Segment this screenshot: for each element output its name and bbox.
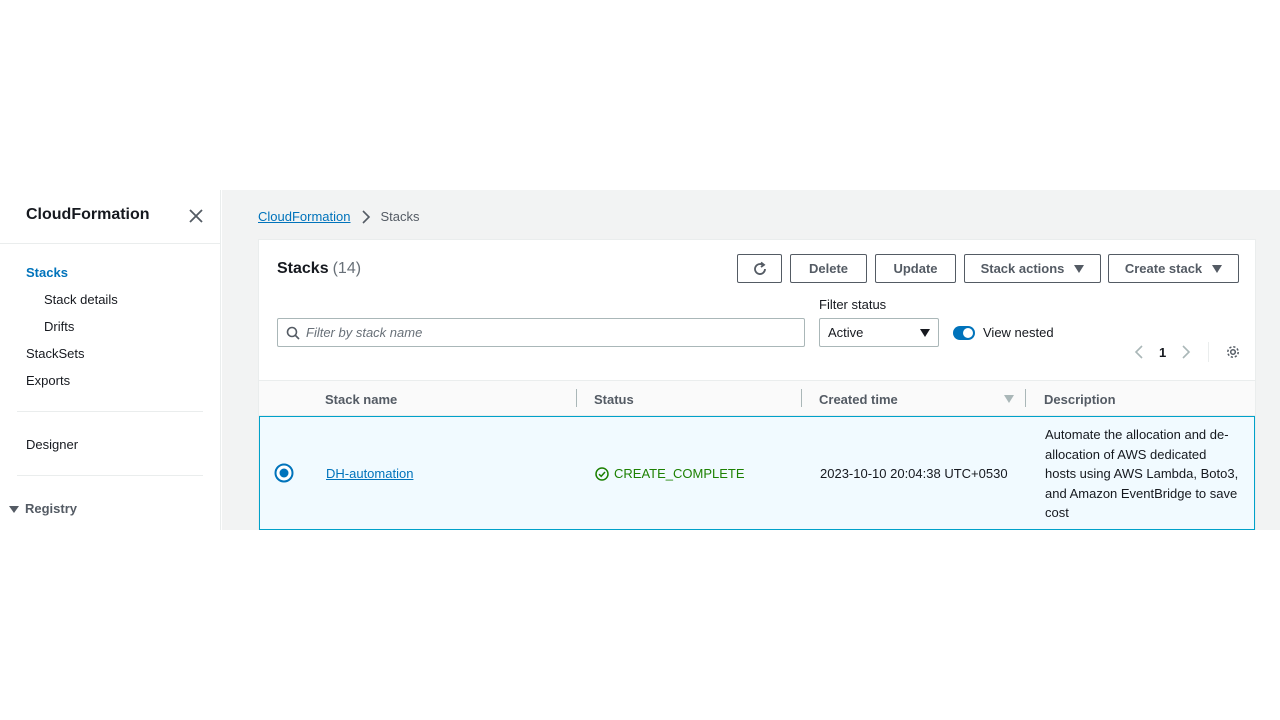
- nav-divider: [17, 475, 203, 476]
- sidebar-item-exports[interactable]: Exports: [26, 373, 70, 388]
- panel-title-text: Stacks: [277, 260, 329, 277]
- caret-down-icon: [1212, 264, 1223, 273]
- stacks-panel: Stacks (14) Delete Update Stack actions C…: [258, 239, 1256, 530]
- filter-status-value: Active: [828, 325, 864, 340]
- refresh-icon: [753, 261, 766, 275]
- sidebar-header: CloudFormation: [0, 190, 221, 244]
- update-button[interactable]: Update: [875, 254, 956, 283]
- stack-count: (14): [332, 260, 362, 277]
- panel-title: Stacks (14): [277, 260, 361, 278]
- refresh-button[interactable]: [737, 254, 782, 283]
- status-text: CREATE_COMPLETE: [614, 466, 745, 481]
- filter-status-select[interactable]: Active: [819, 318, 939, 347]
- check-circle-icon: [595, 466, 609, 481]
- column-divider: [801, 389, 802, 407]
- create-stack-button[interactable]: Create stack: [1108, 254, 1239, 283]
- gear-icon[interactable]: [1225, 344, 1241, 360]
- sort-down-icon[interactable]: [1004, 394, 1014, 404]
- sidebar-item-stacks[interactable]: Stacks: [26, 265, 68, 280]
- search-icon: [286, 326, 300, 340]
- sidebar-item-stacksets[interactable]: StackSets: [26, 346, 85, 361]
- column-header-description[interactable]: Description: [1044, 392, 1116, 407]
- breadcrumb-stacks: Stacks: [380, 209, 420, 224]
- registry-label: Registry: [25, 501, 78, 516]
- breadcrumb: CloudFormation Stacks: [258, 209, 420, 224]
- sidebar: CloudFormation Stacks Stack details Drif…: [0, 190, 221, 530]
- delete-button[interactable]: Delete: [790, 254, 867, 283]
- table-header: Stack name Status Created time Descripti…: [259, 380, 1255, 416]
- close-icon[interactable]: [186, 206, 206, 226]
- create-stack-label: Create stack: [1124, 261, 1203, 276]
- column-header-status[interactable]: Status: [594, 392, 634, 407]
- stack-name-cell: DH-automation: [326, 466, 413, 481]
- search-input[interactable]: [306, 325, 786, 340]
- created-time-cell: 2023-10-10 20:04:38 UTC+0530: [820, 466, 1008, 481]
- nav-divider: [17, 411, 203, 412]
- filter-status-label: Filter status: [819, 297, 887, 312]
- sidebar-section-registry[interactable]: Registry: [9, 501, 77, 516]
- view-nested-label: View nested: [983, 325, 1054, 340]
- cloudformation-console: CloudFormation Stacks Stack details Drif…: [0, 190, 1280, 530]
- sidebar-item-designer[interactable]: Designer: [26, 437, 78, 452]
- stack-name-link[interactable]: DH-automation: [326, 466, 413, 481]
- chevron-left-icon[interactable]: [1133, 345, 1145, 359]
- chevron-right-icon[interactable]: [1180, 345, 1192, 359]
- caret-down-icon: [1074, 264, 1085, 273]
- table-row[interactable]: DH-automation CREATE_COMPLETE 2023-10-10…: [259, 416, 1255, 530]
- main-content: CloudFormation Stacks Stacks (14) Delete …: [222, 190, 1280, 530]
- view-nested-control: View nested: [953, 325, 1054, 340]
- radio-selected-icon[interactable]: [274, 463, 294, 483]
- description-cell: Automate the allocation and de-allocatio…: [1045, 427, 1239, 520]
- current-page[interactable]: 1: [1159, 345, 1166, 360]
- pagination: 1: [1133, 342, 1241, 362]
- stack-actions-button[interactable]: Stack actions: [964, 254, 1101, 283]
- column-header-created-time[interactable]: Created time: [819, 392, 898, 407]
- breadcrumb-cloudformation[interactable]: CloudFormation: [258, 209, 351, 224]
- caret-down-icon: [920, 328, 930, 337]
- pager-divider: [1208, 342, 1210, 362]
- sidebar-item-stack-details[interactable]: Stack details: [44, 292, 118, 307]
- stack-actions-label: Stack actions: [980, 261, 1065, 276]
- view-nested-toggle[interactable]: [953, 325, 975, 340]
- sidebar-title: CloudFormation: [26, 206, 150, 223]
- caret-down-icon: [9, 505, 19, 513]
- column-divider: [1025, 389, 1026, 407]
- chevron-right-icon: [361, 209, 370, 224]
- column-divider: [576, 389, 577, 407]
- search-field[interactable]: [277, 318, 805, 347]
- status-cell: CREATE_COMPLETE: [595, 466, 745, 481]
- column-header-stack-name[interactable]: Stack name: [325, 392, 397, 407]
- sidebar-item-drifts[interactable]: Drifts: [44, 319, 74, 334]
